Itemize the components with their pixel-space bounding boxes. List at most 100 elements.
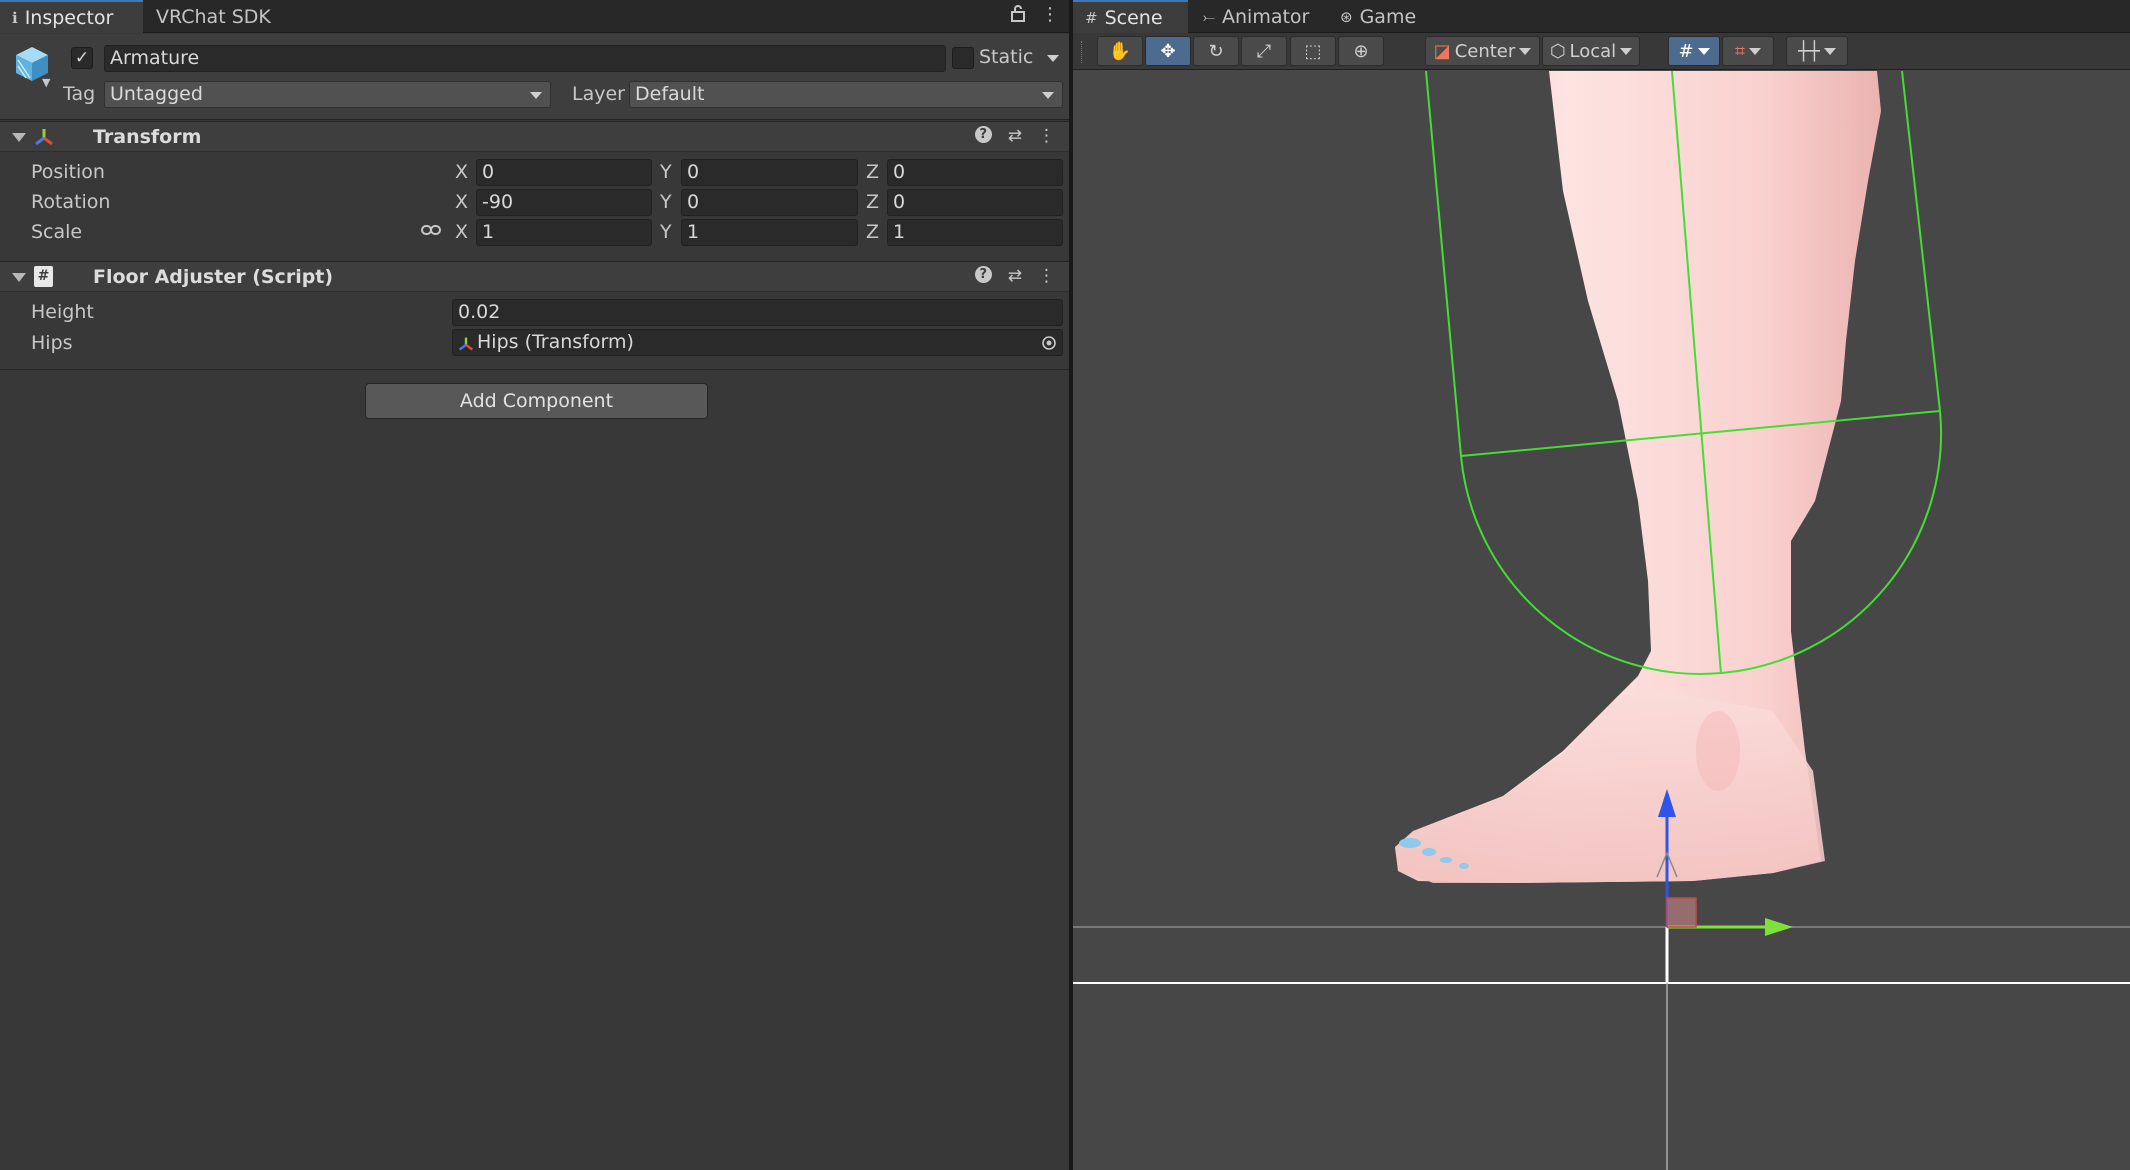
scale-x-field[interactable]: 1 — [476, 219, 652, 246]
toenail — [1422, 848, 1436, 856]
transform-icon — [458, 337, 474, 351]
rotation-y-axis: Y — [660, 191, 672, 213]
height-label: Height — [31, 301, 94, 323]
presets-icon[interactable]: ⇄ — [1008, 126, 1022, 146]
rotation-x-axis: X — [455, 191, 469, 213]
position-y-axis: Y — [660, 161, 672, 183]
grid-snapping-button[interactable]: # — [1668, 36, 1720, 66]
foldout-arrow-icon[interactable] — [12, 133, 26, 142]
grid-icon: # — [1085, 8, 1098, 27]
increment-snap-icon: ⌗ — [1734, 40, 1746, 62]
static-dropdown-icon[interactable] — [1047, 55, 1059, 62]
floor-adjuster-header[interactable]: # Floor Adjuster (Script) ? ⇄ ⋮ — [0, 261, 1069, 292]
presets-icon[interactable]: ⇄ — [1008, 266, 1022, 286]
scene-viewport[interactable] — [1073, 71, 2130, 1170]
gameobject-name-field[interactable]: Armature — [104, 45, 946, 72]
divider — [0, 369, 1069, 370]
animator-icon: ⤚ — [1203, 7, 1216, 26]
constrain-proportions-icon[interactable] — [421, 223, 441, 237]
hand-tool-button[interactable]: ✋ — [1097, 36, 1143, 66]
hand-icon: ✋ — [1108, 40, 1132, 62]
toolbar-grip[interactable] — [1081, 41, 1084, 63]
more-options-icon[interactable]: ⋮ — [1041, 4, 1059, 27]
tag-dropdown[interactable]: Untagged — [104, 81, 551, 108]
component-menu-icon[interactable]: ⋮ — [1038, 266, 1055, 286]
hips-object-field[interactable]: Hips (Transform) — [452, 329, 1063, 356]
rotation-label: Rotation — [31, 191, 111, 213]
tab-scene[interactable]: # Scene — [1073, 0, 1188, 33]
object-picker-icon[interactable] — [1041, 335, 1057, 351]
layer-label: Layer — [572, 83, 625, 105]
local-cube-icon: ⬡ — [1549, 40, 1566, 62]
foldout-arrow-icon[interactable] — [12, 273, 26, 282]
scene-panel: # Scene ⤚ Animator ⊛ Game ✋ ✥ ↻ ⤢ ⬚ ⊕ ◪ … — [1073, 0, 2130, 1170]
component-menu-icon[interactable]: ⋮ — [1038, 126, 1055, 146]
transform-gizmo-icon: ⊕ — [1353, 40, 1369, 62]
tab-inspector[interactable]: ℹ Inspector — [0, 0, 143, 33]
scale-z-field[interactable]: 1 — [887, 219, 1063, 246]
ruler-icon: ┼┼ — [1798, 40, 1820, 62]
pivot-rotation-dropdown[interactable]: ⬡ Local — [1542, 36, 1640, 66]
scale-label: Scale — [31, 221, 83, 243]
layer-dropdown[interactable]: Default — [629, 81, 1063, 108]
rect-tool-button[interactable]: ⬚ — [1290, 36, 1336, 66]
toenail — [1459, 863, 1469, 869]
z-axis-arrow-icon[interactable] — [1765, 918, 1793, 936]
grid-snap-icon: # — [1678, 40, 1694, 62]
scale-y-axis: Y — [660, 221, 672, 243]
pivot-center-icon: ◪ — [1433, 40, 1451, 62]
rect-icon: ⬚ — [1304, 40, 1322, 62]
static-label: Static — [979, 46, 1034, 68]
pivot-mode-dropdown[interactable]: ◪ Center — [1425, 36, 1540, 66]
position-label: Position — [31, 161, 105, 183]
foot-mesh — [1395, 691, 1825, 883]
position-x-field[interactable]: 0 — [476, 159, 652, 186]
scene-toolbar: ✋ ✥ ↻ ⤢ ⬚ ⊕ ◪ Center ⬡ Local # ⌗ ┼┼ — [1073, 33, 2130, 70]
rotation-y-field[interactable]: 0 — [681, 189, 858, 216]
hips-label: Hips — [31, 332, 73, 354]
info-icon: ℹ — [12, 8, 18, 27]
height-field[interactable]: 0.02 — [452, 299, 1063, 326]
toenail — [1399, 838, 1421, 848]
rotate-icon: ↻ — [1208, 40, 1224, 62]
inspector-tabbar: ℹ Inspector VRChat SDK ⋮ — [0, 0, 1069, 33]
scale-icon: ⤢ — [1256, 40, 1272, 62]
position-y-field[interactable]: 0 — [681, 159, 858, 186]
transform-header[interactable]: Transform ? ⇄ ⋮ — [0, 121, 1069, 152]
rotate-tool-button[interactable]: ↻ — [1193, 36, 1239, 66]
help-icon[interactable]: ? — [974, 266, 992, 283]
position-z-axis: Z — [866, 161, 880, 183]
static-checkbox[interactable] — [952, 47, 974, 69]
icon-dropdown-icon[interactable]: ▼ — [42, 76, 50, 89]
rotation-z-axis: Z — [866, 191, 880, 213]
gameobject-header: ▼ ✓ Armature Static Tag Untagged Layer D… — [0, 34, 1069, 120]
scale-x-axis: X — [455, 221, 469, 243]
scale-tool-button[interactable]: ⤢ — [1241, 36, 1287, 66]
scale-y-field[interactable]: 1 — [681, 219, 858, 246]
position-z-field[interactable]: 0 — [887, 159, 1063, 186]
ankle-shade — [1696, 711, 1740, 791]
tab-vrchat-sdk[interactable]: VRChat SDK — [144, 0, 283, 33]
rotation-x-field[interactable]: -90 — [476, 189, 652, 216]
tab-animator[interactable]: ⤚ Animator — [1191, 0, 1321, 33]
gamepad-icon: ⊛ — [1340, 7, 1353, 26]
move-tool-button[interactable]: ✥ — [1145, 36, 1191, 66]
plane-handle[interactable] — [1666, 897, 1697, 928]
tab-game[interactable]: ⊛ Game — [1328, 0, 1428, 33]
snap-settings-button[interactable]: ┼┼ — [1786, 36, 1848, 66]
transform-title: Transform — [93, 126, 202, 148]
active-checkbox[interactable]: ✓ — [71, 47, 93, 69]
move-arrows-icon: ✥ — [1160, 40, 1176, 62]
toenail — [1440, 857, 1452, 863]
transform-icon — [35, 129, 53, 146]
add-component-button[interactable]: Add Component — [365, 383, 708, 419]
help-icon[interactable]: ? — [974, 126, 992, 143]
rotation-z-field[interactable]: 0 — [887, 189, 1063, 216]
position-x-axis: X — [455, 161, 469, 183]
transform-tool-button[interactable]: ⊕ — [1338, 36, 1384, 66]
increment-snap-button[interactable]: ⌗ — [1722, 36, 1774, 66]
script-icon: # — [34, 266, 53, 287]
floor-adjuster-title: Floor Adjuster (Script) — [93, 266, 334, 288]
lock-icon[interactable] — [1011, 4, 1025, 27]
scale-z-axis: Z — [866, 221, 880, 243]
